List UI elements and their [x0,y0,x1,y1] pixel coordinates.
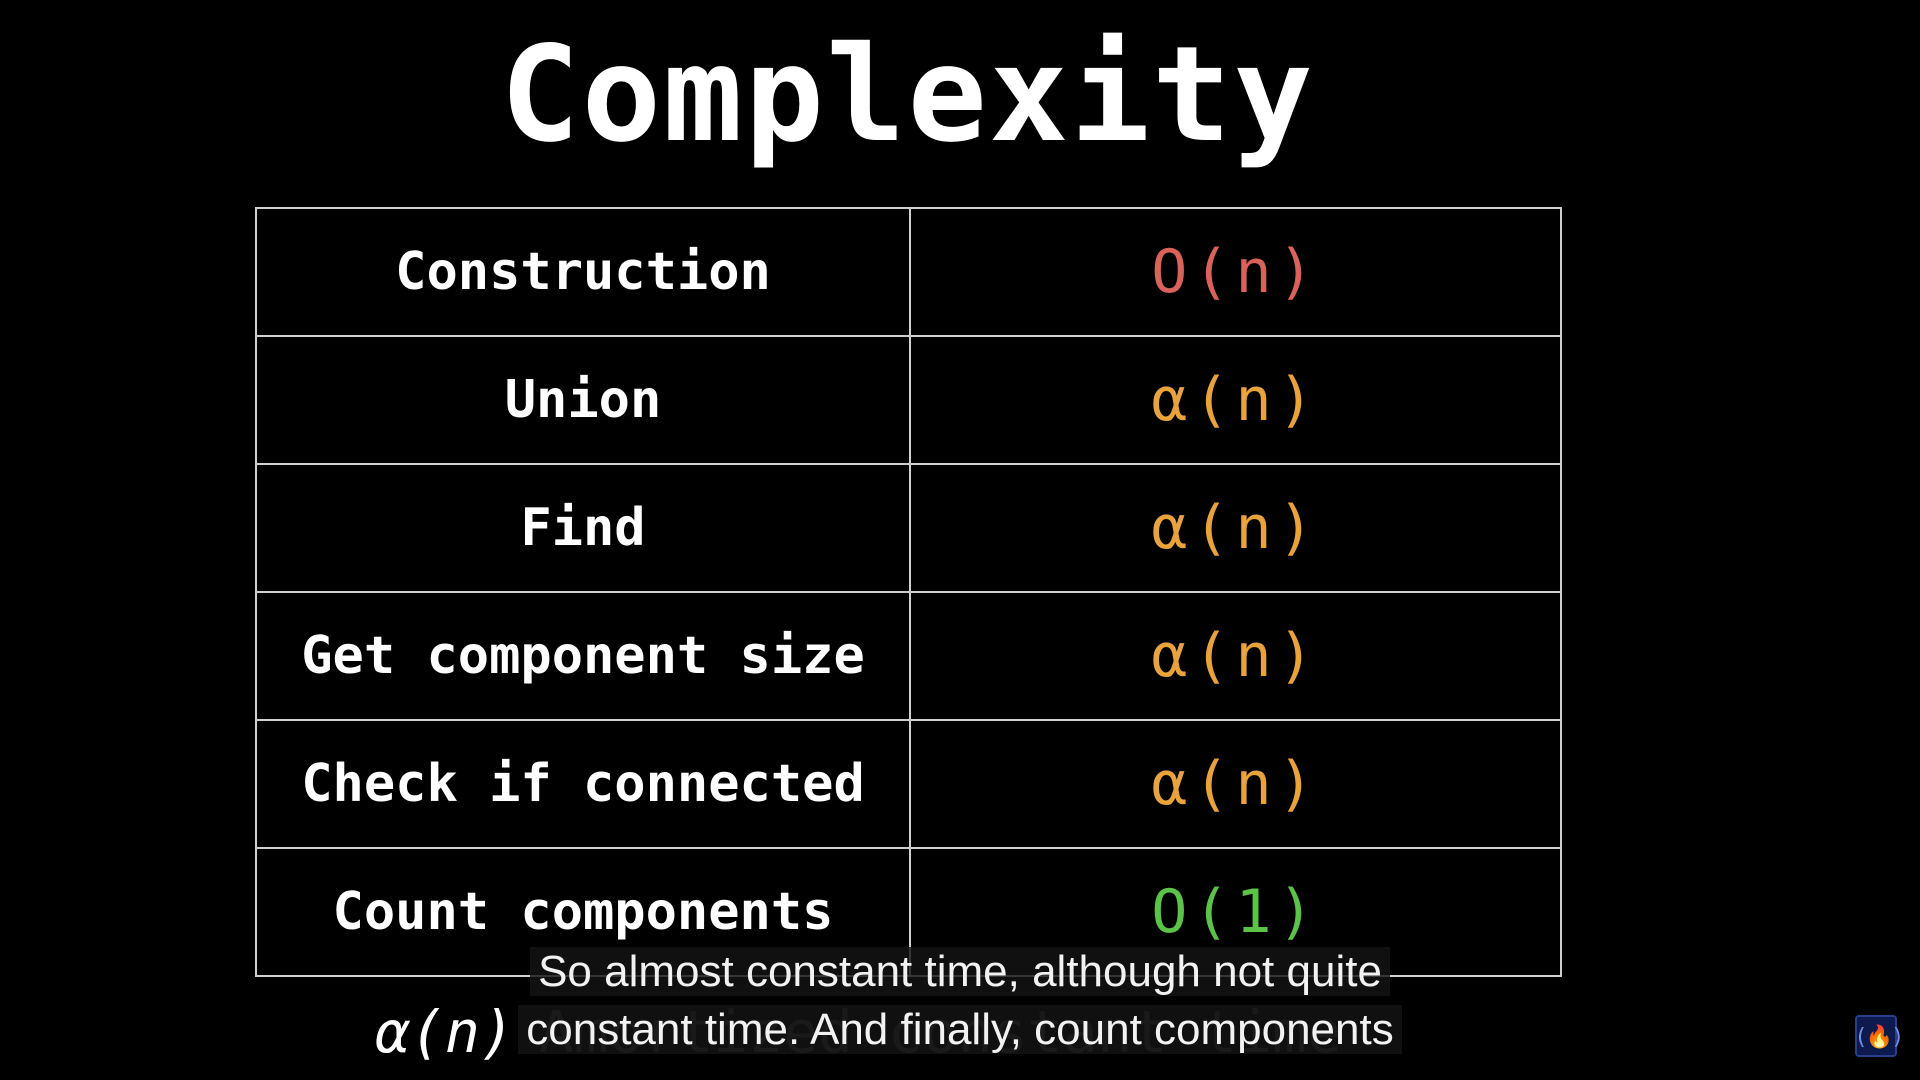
complexity-table: Construction O(n) Union α(n) Find α(n) G… [255,207,1562,977]
operation-cell: Find [255,463,911,593]
subtitle-line-1: So almost constant time, although not qu… [0,944,1920,1000]
table-row: Get component size α(n) [255,591,1562,721]
operation-cell: Construction [255,207,911,337]
operation-cell: Union [255,335,911,465]
complexity-cell: α(n) [909,719,1562,849]
complexity-cell: α(n) [909,335,1562,465]
freecodecamp-logo-icon[interactable]: (🔥) [1855,1015,1902,1057]
operation-cell: Get component size [255,591,911,721]
complexity-cell: O(n) [909,207,1562,337]
slide-title: Complexity [500,18,1315,172]
table-row: Find α(n) [255,463,1562,593]
table-row: Construction O(n) [255,207,1562,337]
subtitle-line-2: constant time. And finally, count compon… [0,1002,1920,1058]
table-row: Check if connected α(n) [255,719,1562,849]
complexity-cell: α(n) [909,463,1562,593]
operation-cell: Check if connected [255,719,911,849]
subtitle-text-2: constant time. And finally, count compon… [518,1005,1402,1054]
table-row: Union α(n) [255,335,1562,465]
subtitle-text-1: So almost constant time, although not qu… [530,947,1390,996]
complexity-grid: Construction O(n) Union α(n) Find α(n) G… [255,207,1562,977]
video-frame: Complexity Construction O(n) Union α(n) … [0,0,1920,1080]
complexity-cell: α(n) [909,591,1562,721]
